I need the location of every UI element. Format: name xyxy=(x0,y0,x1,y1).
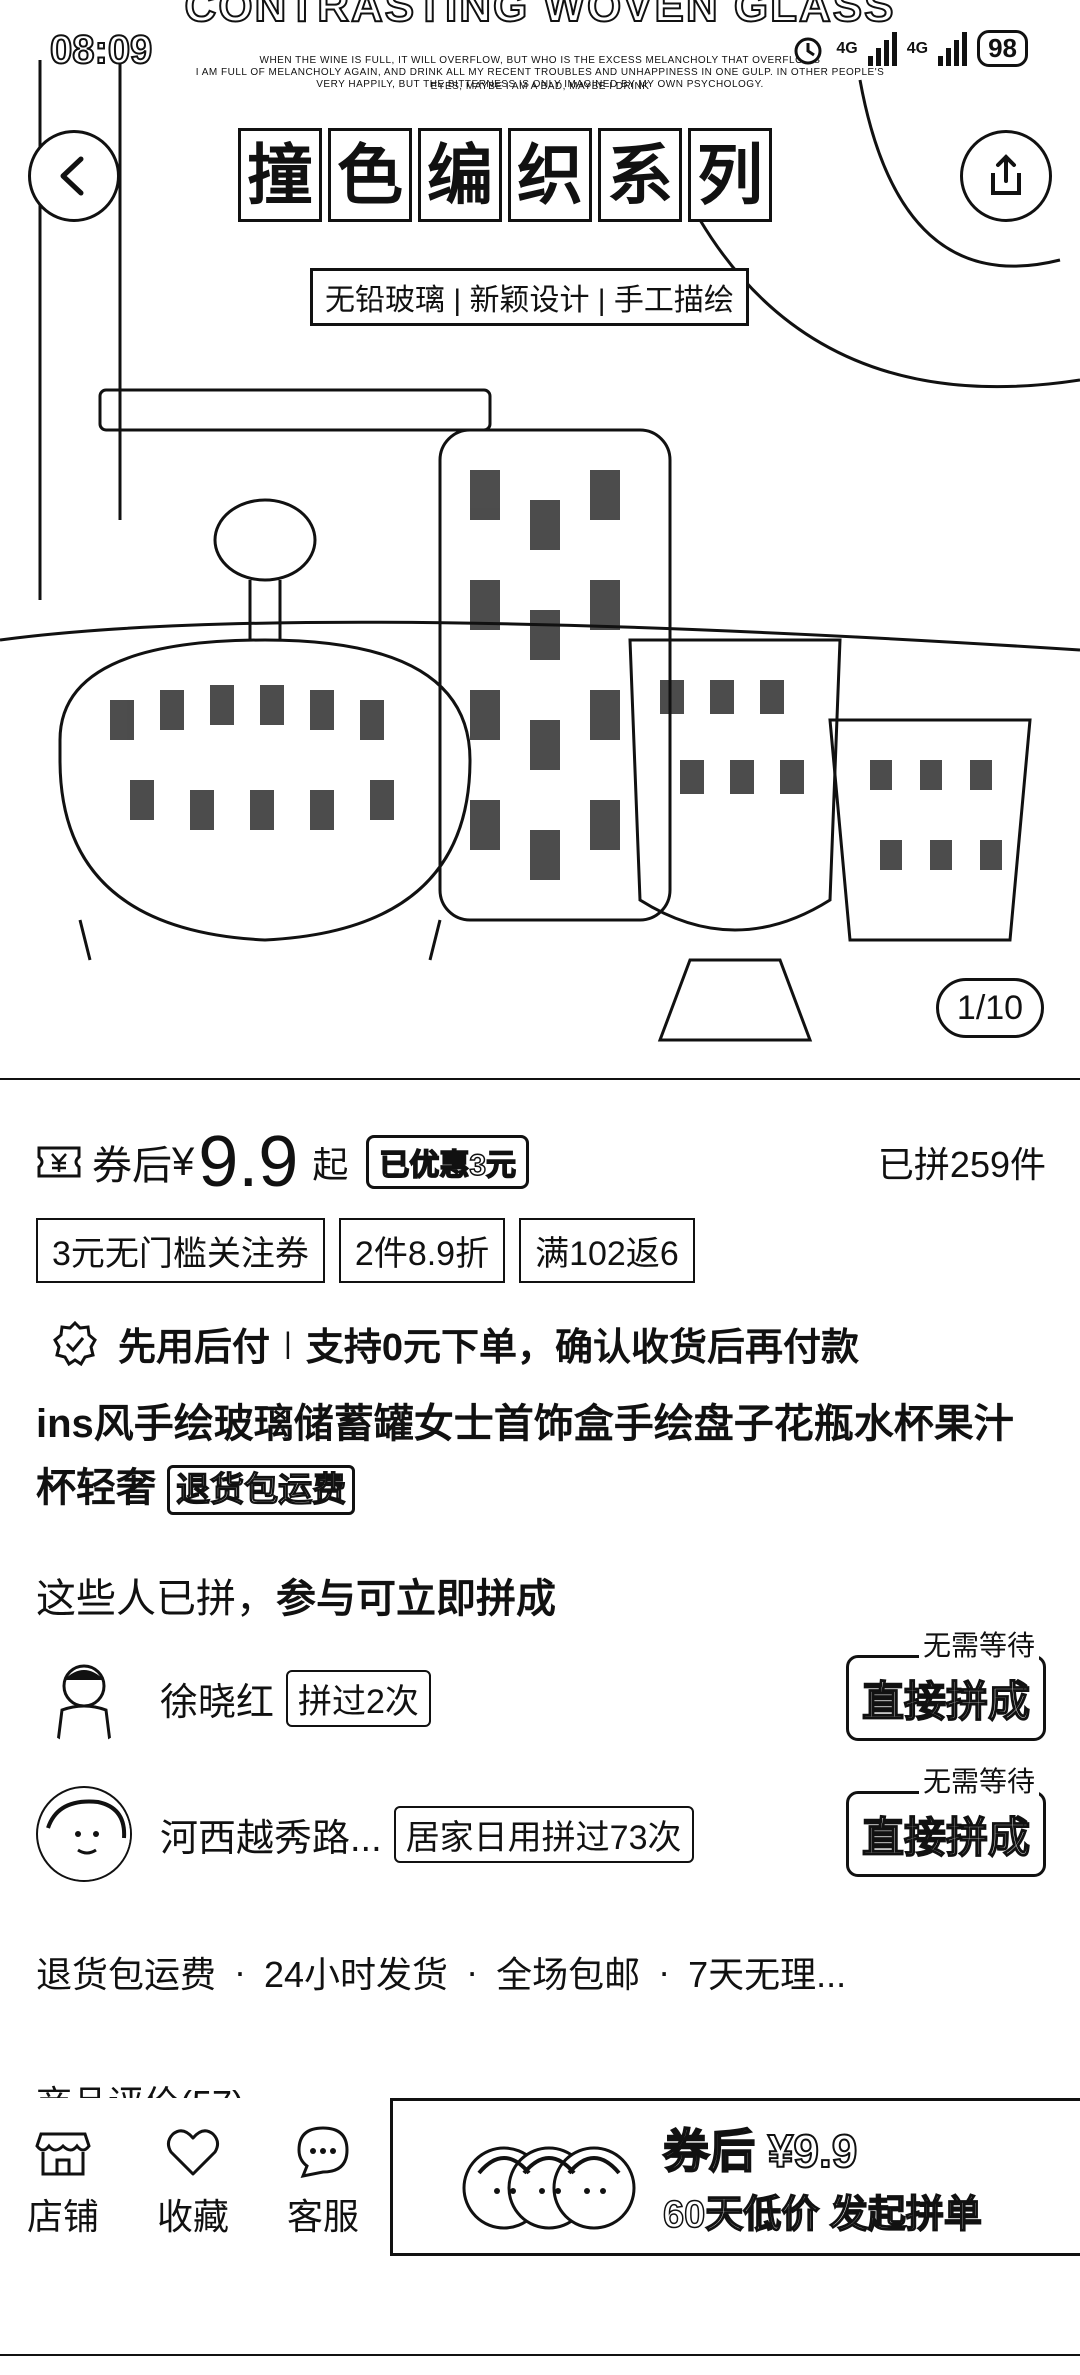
price-row: 券后 ¥ 9.9 起 已优惠3元 已拼259件 xyxy=(36,1122,1046,1202)
join-group-label: 直接拼成 xyxy=(861,1813,1031,1862)
cta-price: 券后 ¥9.9 xyxy=(662,2124,858,2178)
product-title: ins风手绘玻璃储蓄罐女士首饰盒手绘盘子花瓶水杯果汁杯轻奢 退货包运费 xyxy=(36,1392,1046,1520)
return-shipping-badge: 退货包运费 xyxy=(167,1465,356,1516)
group-avatars xyxy=(462,2146,636,2230)
pay-later-desc: 支持0元下单，确认收货后再付款 xyxy=(305,1327,859,1369)
favorite-button[interactable]: 收藏 xyxy=(138,2122,248,2240)
sold-count: 已拼259件 xyxy=(877,1144,1046,1185)
battery-indicator: 98 xyxy=(977,30,1028,67)
heart-icon xyxy=(166,2129,220,2176)
avatar xyxy=(36,1650,132,1746)
product-image-gallery[interactable]: CONTRASTING WOVEN GLASS WHEN THE WINE IS… xyxy=(0,0,1080,1080)
title-char: 系 xyxy=(598,128,682,222)
group-buyer-row: 河西越秀路... 居家日用拼过73次 无需等待 直接拼成 xyxy=(36,1760,1046,1886)
network-type: 4G xyxy=(836,39,858,57)
group-buy-title: 这些人已拼，参与可立即拼成 xyxy=(36,1566,556,1624)
service-item: 7天无理... xyxy=(688,1954,847,1995)
customer-service-button[interactable]: 客服 xyxy=(268,2122,378,2240)
group-title-bold: 参与可立即拼成 xyxy=(276,1577,556,1621)
service-guarantees[interactable]: 退货包运费 · 24小时发货 · 全场包邮 · 7天无理... xyxy=(36,1946,846,1998)
group-title-plain: 这些人已拼， xyxy=(36,1577,276,1621)
title-char: 列 xyxy=(688,128,772,222)
buyer-badge: 居家日用拼过73次 xyxy=(393,1805,694,1863)
series-title: 撞 色 编 织 系 列 xyxy=(238,128,772,222)
signal-icon-2 xyxy=(938,31,968,66)
banner-caption-line: VERY HAPPILY, BUT THE BITTERNESS IS ONLY… xyxy=(316,79,764,90)
promo-tag[interactable]: 2件8.9折 xyxy=(338,1218,506,1283)
buyer-name: 徐晓红 xyxy=(160,1681,275,1724)
favorite-label: 收藏 xyxy=(156,2196,229,2237)
pay-later-separator: | xyxy=(284,1326,292,1360)
reviews-section-title[interactable]: 商品评价(57) xyxy=(36,2082,244,2098)
title-char: 织 xyxy=(508,128,592,222)
promo-tags: 3元无门槛关注券 2件8.9折 满102返6 xyxy=(36,1218,695,1283)
promo-tag[interactable]: 3元无门槛关注券 xyxy=(36,1218,325,1283)
service-separator: · xyxy=(658,1951,671,1992)
status-time: 08:09 xyxy=(49,27,153,73)
share-button[interactable] xyxy=(960,130,1052,222)
price-suffix: 起 xyxy=(312,1144,349,1185)
service-separator: · xyxy=(466,1951,479,1992)
price-label: 券后 xyxy=(92,1144,172,1188)
status-icons: 4G 4G 98 xyxy=(790,30,1028,67)
promo-tag[interactable]: 满102返6 xyxy=(519,1218,695,1283)
shield-check-icon xyxy=(53,1320,97,1366)
chat-bubble-icon xyxy=(297,2126,349,2179)
buyer-badge: 拼过2次 xyxy=(286,1669,431,1727)
store-icon xyxy=(35,2132,91,2176)
buyer-name: 河西越秀路... xyxy=(160,1817,382,1860)
share-icon xyxy=(991,154,1021,195)
shop-button[interactable]: 店铺 xyxy=(8,2122,118,2240)
price-currency: ¥ xyxy=(172,1139,195,1184)
avatar xyxy=(36,1786,132,1882)
customer-service-label: 客服 xyxy=(286,2196,359,2237)
join-group-button[interactable]: 无需等待 直接拼成 xyxy=(846,1624,1046,1741)
network-type-2: 4G xyxy=(906,39,929,57)
price-value: 9.9 xyxy=(198,1122,299,1202)
start-group-buy-button[interactable]: 券后 ¥9.9 60天低价 发起拼单 xyxy=(390,2098,1080,2256)
alarm-icon xyxy=(794,37,822,64)
title-char: 撞 xyxy=(238,128,322,222)
series-subtitle: 无铅玻璃 | 新颖设计 | 手工描绘 xyxy=(310,268,749,326)
title-char: 编 xyxy=(418,128,502,222)
pay-later-row[interactable]: 先用后付 | 支持0元下单，确认收货后再付款 xyxy=(50,1316,859,1371)
service-item: 24小时发货 xyxy=(264,1954,449,1995)
coupon-icon xyxy=(37,1146,81,1178)
service-item: 全场包邮 xyxy=(496,1954,641,1995)
pay-later-title: 先用后付 xyxy=(118,1327,271,1369)
signal-icon xyxy=(867,31,897,66)
service-item: 退货包运费 xyxy=(36,1954,217,1995)
shop-label: 店铺 xyxy=(26,2196,99,2237)
no-wait-label: 无需等待 xyxy=(918,1760,1039,1800)
join-group-button[interactable]: 无需等待 直接拼成 xyxy=(846,1760,1046,1877)
service-separator: · xyxy=(234,1951,247,1992)
title-char: 色 xyxy=(328,128,412,222)
image-page-counter: 1/10 xyxy=(936,978,1044,1038)
bottom-action-bar: 店铺 收藏 客服 券后 ¥9.9 60天低价 发起拼单 xyxy=(0,2098,1080,2258)
discount-badge: 已优惠3元 xyxy=(366,1135,530,1189)
group-buyer-row: 徐晓红 拼过2次 无需等待 直接拼成 xyxy=(36,1624,1046,1750)
cta-subtitle: 60天低价 发起拼单 xyxy=(662,2193,982,2237)
gesture-bar xyxy=(0,2354,1080,2375)
no-wait-label: 无需等待 xyxy=(918,1624,1039,1664)
join-group-label: 直接拼成 xyxy=(861,1677,1031,1726)
chevron-left-icon xyxy=(60,156,84,196)
banner-english-title: CONTRASTING WOVEN GLASS xyxy=(184,0,896,32)
back-button[interactable] xyxy=(28,130,120,222)
